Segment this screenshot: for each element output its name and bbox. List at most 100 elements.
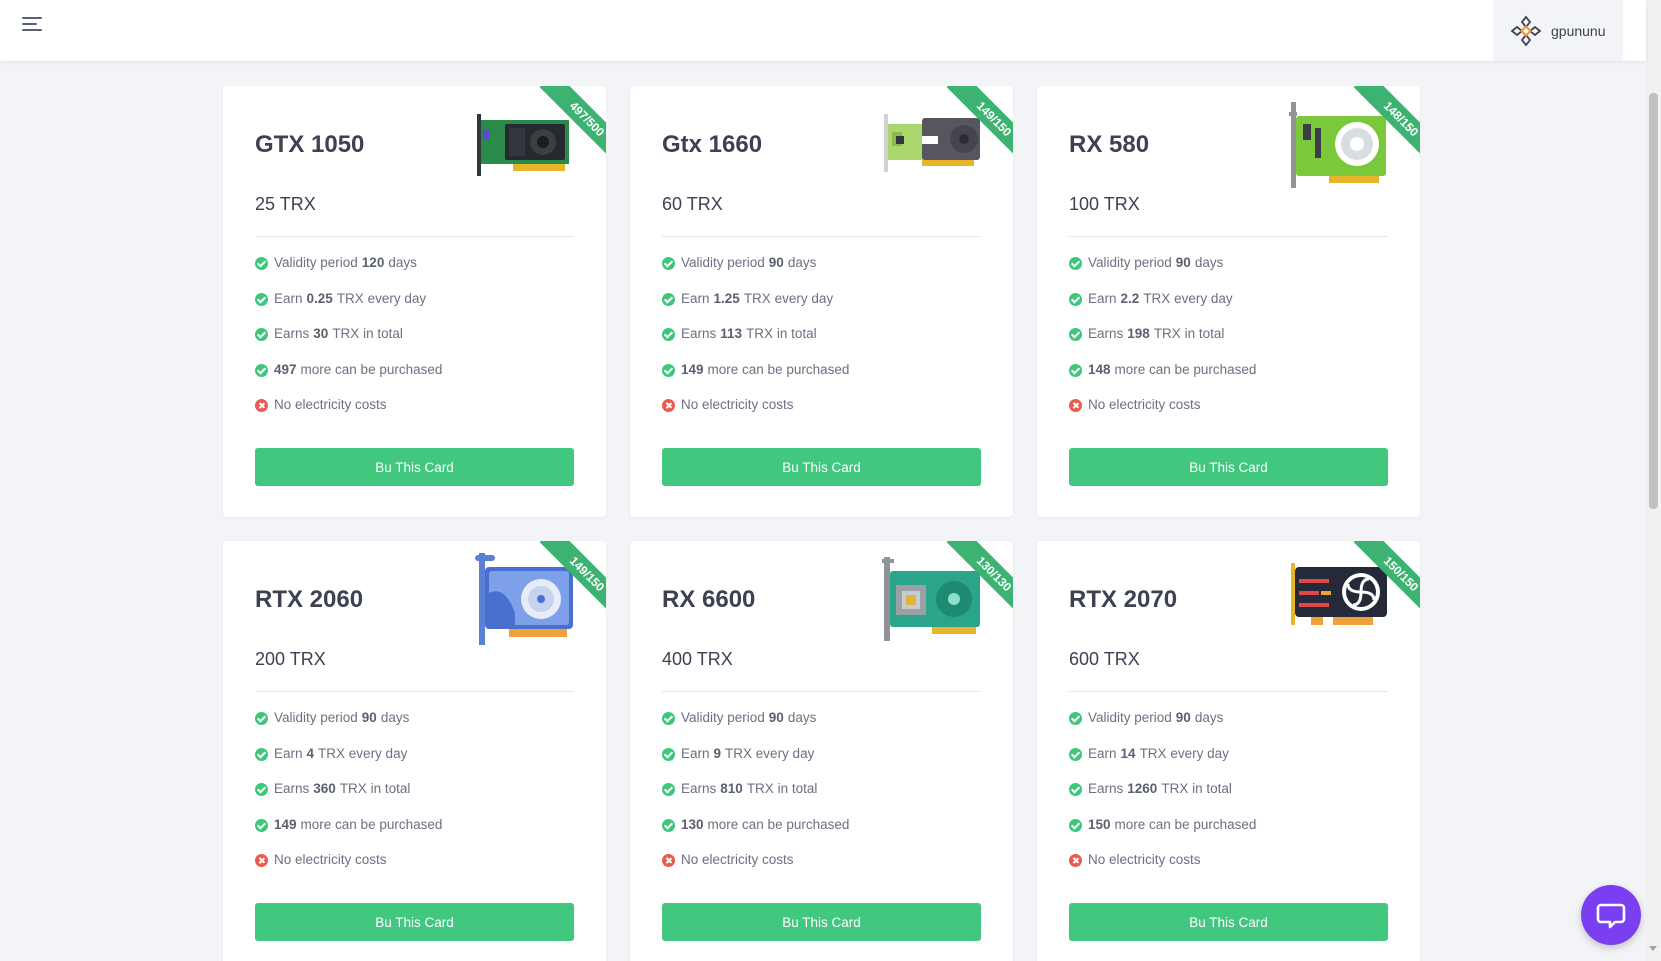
feature-daily-earn: Earn 1.25 TRX every day [662, 291, 849, 327]
check-circle-icon [255, 783, 268, 796]
card-title: RTX 2070 [1069, 586, 1178, 613]
feature-validity: Validity period 90 days [1069, 255, 1256, 291]
card-title: GTX 1050 [255, 131, 365, 158]
card-title: Gtx 1660 [662, 131, 763, 158]
feature-total-earn: Earns 30 TRX in total [255, 326, 442, 362]
stock-ribbon: 130/130 [935, 541, 1013, 619]
gpu-card: 130/130 RX 6600 400 TRX Validity period 9… [630, 541, 1013, 961]
buy-card-button[interactable]: Bu This Card [662, 903, 981, 941]
feature-electricity: No electricity costs [255, 852, 442, 888]
user-menu[interactable]: gpununu [1493, 0, 1623, 61]
check-circle-icon [255, 363, 268, 377]
feature-validity: Validity period 90 days [1069, 710, 1256, 746]
gpu-card: 149/150 RTX 2060 200 TRX Validity period… [223, 541, 606, 961]
check-circle-icon [662, 257, 675, 270]
feature-list: Validity period 90 days Earn 2.2 TRX every d… [1069, 255, 1256, 433]
check-circle-icon [1069, 292, 1082, 306]
feature-total-earn: Earns 113 TRX in total [662, 326, 849, 362]
check-circle-icon [255, 712, 268, 725]
card-price: 400 TRX [662, 649, 733, 669]
check-circle-icon [1069, 257, 1082, 270]
gpu-card: 497/500 GTX 1050 25 TRX Validity period 1… [223, 86, 606, 517]
card-price: 100 TRX [1069, 194, 1140, 214]
feature-list: Validity period 120 days Earn 0.25 TRX every… [255, 255, 442, 433]
x-circle-icon [662, 399, 675, 412]
check-circle-icon [662, 783, 675, 796]
divider [1069, 236, 1388, 237]
divider [255, 691, 574, 692]
feature-daily-earn: Earn 0.25 TRX every day [255, 291, 442, 327]
feature-daily-earn: Earn 4 TRX every day [255, 746, 442, 782]
card-title: RX 580 [1069, 131, 1150, 158]
x-circle-icon [662, 854, 675, 867]
stock-ribbon: 497/500 [528, 86, 606, 164]
check-circle-icon [255, 747, 268, 761]
feature-list: Validity period 90 days Earn 14 TRX every da… [1069, 710, 1256, 888]
scrollbar-thumb[interactable] [1649, 93, 1658, 509]
check-circle-icon [255, 328, 268, 341]
card-title: RX 6600 [662, 586, 756, 613]
check-circle-icon [1069, 363, 1082, 377]
feature-validity: Validity period 90 days [255, 710, 442, 746]
stock-ribbon: 149/150 [528, 541, 606, 619]
feature-electricity: No electricity costs [255, 397, 442, 433]
gpu-card: 148/150 RX 580 100 TRX Validity period 90… [1037, 86, 1420, 517]
x-circle-icon [1069, 854, 1082, 867]
stock-badge: 150/150 [1353, 541, 1420, 619]
stock-badge: 148/150 [1353, 86, 1420, 164]
divider [1069, 691, 1388, 692]
check-circle-icon [662, 747, 675, 761]
buy-card-button[interactable]: Bu This Card [1069, 903, 1388, 941]
check-circle-icon [255, 292, 268, 306]
stock-badge: 149/150 [539, 541, 606, 619]
check-circle-icon [255, 818, 268, 832]
card-title: RTX 2060 [255, 586, 364, 613]
stock-ribbon: 148/150 [1342, 86, 1420, 164]
card-price: 25 TRX [255, 194, 316, 214]
buy-card-button[interactable]: Bu This Card [662, 448, 981, 486]
feature-remaining: 148 more can be purchased [1069, 362, 1256, 398]
hamburger-menu-icon[interactable] [22, 17, 44, 37]
feature-electricity: No electricity costs [662, 852, 849, 888]
feature-total-earn: Earns 1260 TRX in total [1069, 781, 1256, 817]
divider [662, 691, 981, 692]
feature-daily-earn: Earn 14 TRX every day [1069, 746, 1256, 782]
divider [255, 236, 574, 237]
check-circle-icon [662, 712, 675, 725]
card-price: 60 TRX [662, 194, 723, 214]
check-circle-icon [1069, 328, 1082, 341]
feature-electricity: No electricity costs [662, 397, 849, 433]
feature-remaining: 149 more can be purchased [662, 362, 849, 398]
stock-badge: 497/500 [539, 86, 606, 164]
feature-daily-earn: Earn 2.2 TRX every day [1069, 291, 1256, 327]
check-circle-icon [662, 328, 675, 341]
feature-remaining: 149 more can be purchased [255, 817, 442, 853]
buy-card-button[interactable]: Bu This Card [255, 903, 574, 941]
feature-validity: Validity period 90 days [662, 710, 849, 746]
username: gpununu [1551, 22, 1606, 39]
buy-card-button[interactable]: Bu This Card [1069, 448, 1388, 486]
feature-total-earn: Earns 810 TRX in total [662, 781, 849, 817]
check-circle-icon [1069, 712, 1082, 725]
gpu-card: 149/150 Gtx 1660 60 TRX Validity period 9… [630, 86, 1013, 517]
stock-badge: 149/150 [946, 86, 1013, 164]
feature-remaining: 150 more can be purchased [1069, 817, 1256, 853]
feature-total-earn: Earns 198 TRX in total [1069, 326, 1256, 362]
feature-electricity: No electricity costs [1069, 397, 1256, 433]
x-circle-icon [255, 854, 268, 867]
divider [662, 236, 981, 237]
feature-validity: Validity period 120 days [255, 255, 442, 291]
gpu-card: 150/150 RTX 2070 600 TRX Validity period… [1037, 541, 1420, 961]
card-price: 600 TRX [1069, 649, 1140, 669]
stock-badge: 130/130 [946, 541, 1013, 619]
chat-button[interactable] [1581, 885, 1641, 945]
scroll-down-arrow-icon[interactable] [1649, 946, 1657, 951]
feature-remaining: 497 more can be purchased [255, 362, 442, 398]
check-circle-icon [662, 292, 675, 306]
feature-list: Validity period 90 days Earn 4 TRX every day… [255, 710, 442, 888]
feature-list: Validity period 90 days Earn 1.25 TRX every … [662, 255, 849, 433]
stock-ribbon: 149/150 [935, 86, 1013, 164]
stock-ribbon: 150/150 [1342, 541, 1420, 619]
feature-validity: Validity period 90 days [662, 255, 849, 291]
buy-card-button[interactable]: Bu This Card [255, 448, 574, 486]
